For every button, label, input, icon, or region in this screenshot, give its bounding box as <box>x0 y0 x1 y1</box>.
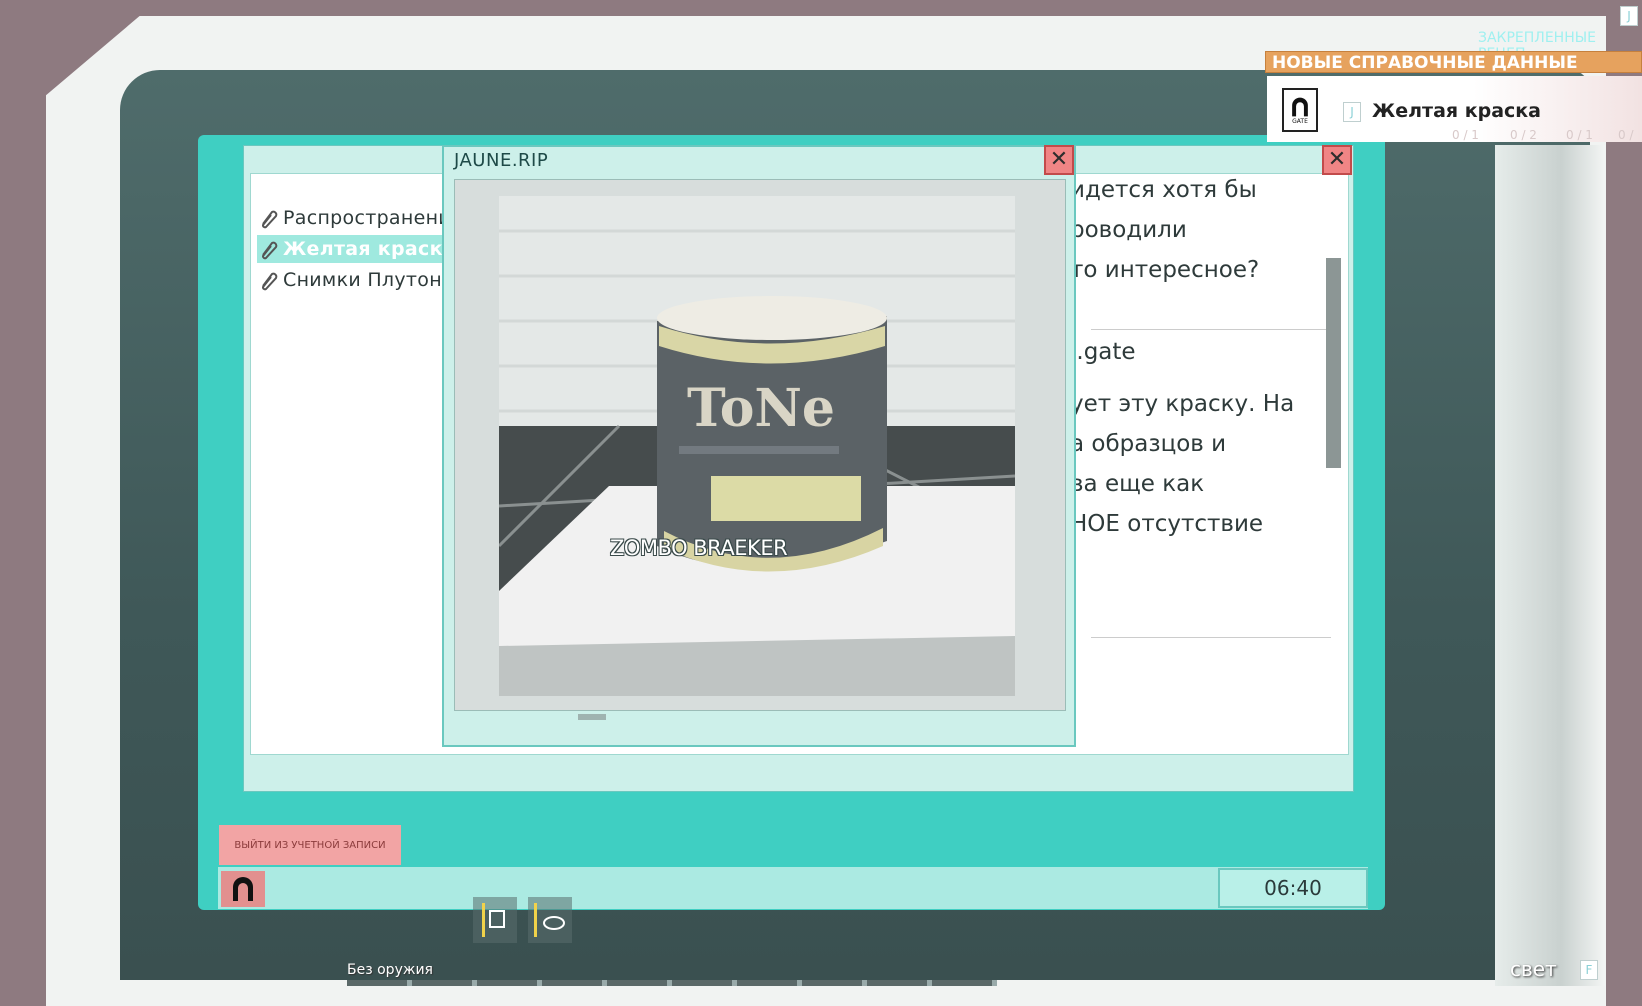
article-line: НОЕ отсутствие <box>1070 511 1264 537</box>
notification-header: НОВЫЕ СПРАВОЧНЫЕ ДАННЫЕ <box>1265 51 1642 73</box>
key-hint: J <box>1620 6 1638 26</box>
recipe-count: 0 / 1 <box>1452 128 1479 142</box>
image-viewer-frame: ToNe <box>454 179 1066 711</box>
image-viewer-window: JAUNE.RIP ToNe <box>442 145 1076 747</box>
weapon-label: Без оружия <box>347 962 433 978</box>
image-close-button[interactable]: ✕ <box>1044 145 1074 175</box>
gate-icon-text: GATE <box>1292 117 1308 125</box>
light-key-hint: F <box>1580 960 1598 980</box>
list-item-label: Снимки Плутона <box>283 269 442 291</box>
reference-close-button[interactable]: ✕ <box>1322 145 1352 175</box>
close-icon: ✕ <box>1049 147 1069 172</box>
paperclip-icon <box>262 272 278 291</box>
article-scrollbar[interactable] <box>1326 258 1341 468</box>
list-item-spread[interactable]: Распространение <box>257 204 442 232</box>
tool-icon <box>482 903 505 937</box>
hotbar-slot-1[interactable] <box>473 897 517 943</box>
light-toggle-label: свет <box>1510 957 1557 981</box>
list-item-yellow-paint[interactable]: Желтая краска <box>257 235 442 263</box>
taskbar <box>218 867 1368 909</box>
recipe-count: 0 / 2 <box>1510 128 1537 142</box>
logout-button[interactable]: ВЫЙТИ ИЗ УЧЕТНОЙ ЗАПИСИ <box>219 825 401 865</box>
hotbar-slot-2[interactable] <box>528 897 572 943</box>
paperclip-icon <box>262 210 278 229</box>
article-text: идется хотя бы роводили то интересное? l… <box>1070 170 1332 620</box>
paint-can-photo: ToNe <box>499 196 1015 696</box>
notification-item-label: Желтая краска <box>1372 100 1542 122</box>
wall-side <box>1495 145 1605 986</box>
hotbar-strip <box>347 980 997 986</box>
article-line <box>1070 290 1332 332</box>
close-icon: ✕ <box>1327 147 1347 172</box>
image-viewer-scroll-nub[interactable] <box>578 714 606 720</box>
list-item-label: Распространение <box>283 207 442 229</box>
start-button[interactable] <box>221 871 265 907</box>
recipe-count: 0 / 1 <box>1566 128 1593 142</box>
article-line: а образцов и <box>1070 431 1227 457</box>
article-line: роводили <box>1070 217 1187 243</box>
article-line: l.gate <box>1070 339 1136 365</box>
taskbar-clock: 06:40 <box>1218 868 1368 908</box>
can-label: ToNe <box>687 378 835 439</box>
list-item-pluto-photos[interactable]: Снимки Плутона <box>257 266 442 294</box>
image-viewer-title: JAUNE.RIP <box>454 150 549 171</box>
goggles-icon <box>534 903 565 937</box>
article-line: то интересное? <box>1070 257 1260 283</box>
article-line: ует эту краску. На <box>1070 391 1295 417</box>
gate-icon: GATE <box>1282 88 1318 132</box>
paperclip-icon <box>262 241 278 260</box>
article-line: ва еще как <box>1070 471 1205 497</box>
gate-logo-icon <box>233 877 253 901</box>
player-name-tag: ZOMBO BRAEKER <box>610 536 788 560</box>
list-item-label: Желтая краска <box>283 238 442 260</box>
recipe-count: 0 / <box>1618 128 1634 142</box>
article-line: идется хотя бы <box>1070 177 1257 203</box>
notification-key-hint: J <box>1343 102 1361 122</box>
article-divider <box>1091 637 1331 638</box>
